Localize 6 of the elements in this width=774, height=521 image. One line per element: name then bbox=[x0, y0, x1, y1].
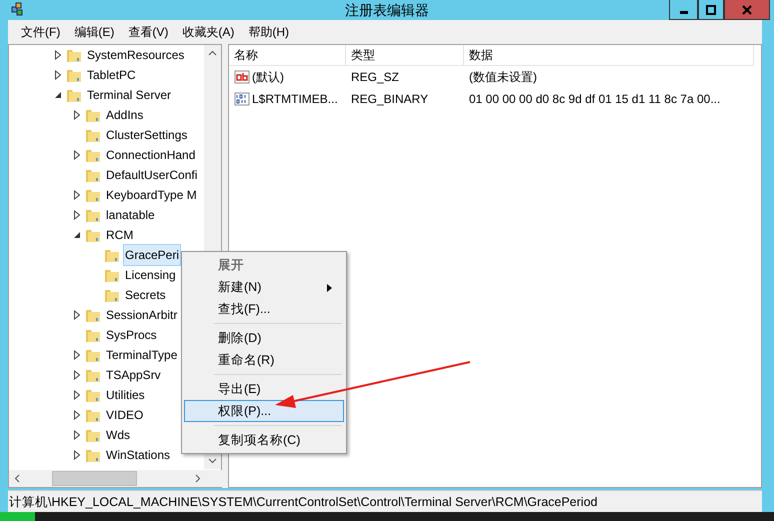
status-bar: 计算机\HKEY_LOCAL_MACHINE\SYSTEM\CurrentControlSet\Control\Terminal Server\RCM\GracePeriod bbox=[8, 490, 762, 512]
value-type: REG_SZ bbox=[350, 69, 400, 86]
window-title: 注册表编辑器 bbox=[344, 1, 430, 20]
value-type: REG_BINARY bbox=[350, 91, 430, 108]
value-data: 01 00 00 00 d0 8c 9d df 01 15 d1 11 8c 7a 00... bbox=[468, 91, 722, 108]
value-data: (数值未设置) bbox=[468, 69, 538, 86]
